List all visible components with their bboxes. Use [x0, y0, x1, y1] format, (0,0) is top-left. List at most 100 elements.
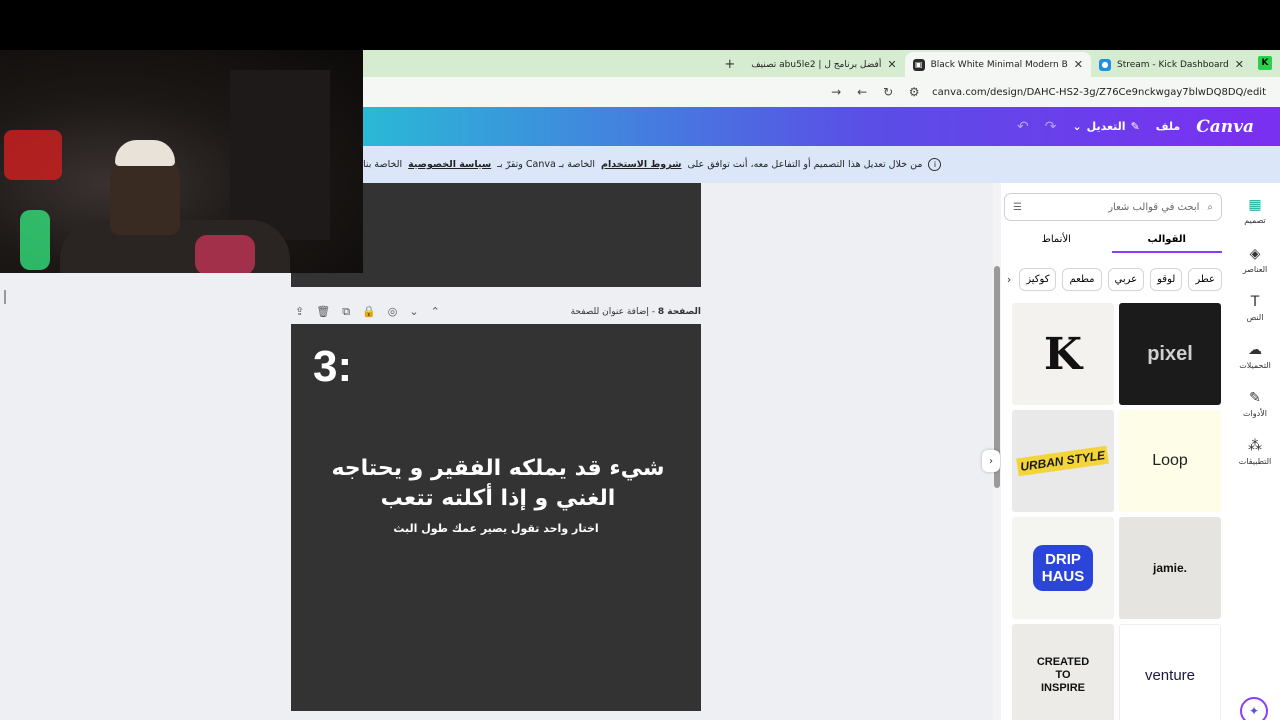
- apps-icon: ⁂: [1248, 438, 1262, 454]
- rail-design[interactable]: ▦ تصميم: [1230, 197, 1280, 225]
- rail-label: العناصر: [1242, 265, 1268, 274]
- rail-label: التحميلات: [1239, 361, 1271, 370]
- template-card[interactable]: pixel: [1119, 303, 1221, 405]
- template-card[interactable]: CREATED TO INSPIRE: [1012, 624, 1114, 720]
- template-card[interactable]: venture: [1119, 624, 1221, 720]
- info-icon: i: [928, 158, 942, 171]
- tab-templates[interactable]: القوالب: [1111, 231, 1222, 253]
- chip-restaurant[interactable]: مطعم: [1062, 267, 1102, 291]
- chevron-right-icon[interactable]: ›: [1007, 273, 1011, 286]
- webcam-lamp: [4, 130, 62, 180]
- terms-notice: i من خلال تعديل هذا التصميم أو التفاعل م…: [363, 146, 1280, 183]
- screen: K ✕ Stream - Kick Dashboard ● ✕ Black Wh…: [0, 0, 1280, 720]
- rail-apps[interactable]: ⁂ التطبيقات: [1230, 438, 1280, 466]
- share-page-icon[interactable]: ⇪: [295, 305, 304, 319]
- duplicate-page-icon[interactable]: ⧉: [342, 305, 350, 319]
- canva-logo[interactable]: Canva: [1196, 117, 1254, 137]
- filter-icon[interactable]: ☰: [1013, 202, 1022, 213]
- tools-icon: ✎: [1249, 390, 1261, 406]
- template-label: URBAN STYLE: [1016, 445, 1110, 477]
- webcam-light: [20, 210, 50, 270]
- design-icon: ▦: [1248, 197, 1262, 213]
- lock-page-icon[interactable]: 🔒: [362, 305, 376, 319]
- magic-assistant-button[interactable]: ✦: [1240, 697, 1268, 720]
- hide-page-icon[interactable]: ◎: [388, 305, 398, 319]
- terms-link[interactable]: شروط الاستخدام: [601, 159, 681, 170]
- collapse-panel-button[interactable]: ›: [982, 450, 1000, 472]
- kick-logo-icon: K: [1258, 56, 1272, 70]
- tab-kick-dashboard[interactable]: ✕ Stream - Kick Dashboard ●: [1091, 52, 1252, 77]
- template-label: DRIP HAUS: [1033, 545, 1093, 591]
- question-number[interactable]: 3:: [313, 342, 352, 392]
- template-grid: K pixel URBAN STYLE Loop DRIP HAUS jamie…: [1012, 303, 1222, 720]
- template-label: CREATED TO INSPIRE: [1036, 655, 1090, 694]
- template-card[interactable]: jamie.: [1119, 517, 1221, 619]
- close-tab-icon[interactable]: ✕: [887, 58, 896, 71]
- browser-tab-strip: K ✕ Stream - Kick Dashboard ● ✕ Black Wh…: [363, 50, 1280, 77]
- template-label: pixel: [1147, 342, 1193, 365]
- rail-label: تصميم: [1244, 216, 1266, 225]
- panel-tabs: القوالب الأنماط: [1001, 231, 1222, 253]
- chevron-down-icon: ⌄: [1072, 120, 1082, 133]
- template-card[interactable]: Loop: [1119, 410, 1221, 512]
- tab-title: Stream - Kick Dashboard: [1116, 59, 1229, 70]
- template-search[interactable]: ☰ ابحث في قوالب شعار ⌕: [1004, 193, 1222, 221]
- undo-icon[interactable]: ↶: [1017, 119, 1029, 135]
- kick-icon: ●: [1098, 58, 1111, 71]
- chip-arabic[interactable]: عربي: [1107, 267, 1145, 291]
- tab-canva-design[interactable]: ✕ Black White Minimal Modern B ▣: [904, 52, 1091, 77]
- templates-panel: ☰ ابحث في قوالب شعار ⌕ القوالب الأنماط ع…: [1001, 183, 1230, 720]
- side-rail: ▦ تصميم ◈ العناصر T النص ☁ التحميلات ✎ ا…: [1230, 183, 1280, 720]
- privacy-link[interactable]: سياسة الخصوصية: [408, 159, 491, 170]
- tab-abu5le2[interactable]: ✕ تصنيف abu5le2 | أفضل برنامج ل: [743, 52, 904, 77]
- rail-tools[interactable]: ✎ الأدوات: [1230, 390, 1280, 418]
- template-card[interactable]: K: [1012, 303, 1114, 405]
- template-label: Loop: [1152, 452, 1188, 469]
- notice-text: الخاصة بنا: [363, 159, 403, 170]
- canva-icon: ▣: [912, 58, 925, 71]
- search-input[interactable]: ابحث في قوالب شعار: [1022, 202, 1207, 213]
- reload-icon[interactable]: ↻: [880, 85, 896, 99]
- rail-uploads[interactable]: ☁ التحميلات: [1230, 342, 1280, 370]
- notice-text: الخاصة بـ Canva وتقرّ بـ: [497, 159, 596, 170]
- rail-elements[interactable]: ◈ العناصر: [1230, 246, 1280, 274]
- page-toolbar: ⇪ 🗑 ⧉ 🔒 ◎ ⌄ ⌃ الصفحة 8 - إضافة عنوان للص…: [291, 303, 701, 321]
- template-label: K: [1043, 328, 1083, 380]
- template-card[interactable]: URBAN STYLE: [1012, 410, 1114, 512]
- page-title-input[interactable]: - إضافة عنوان للصفحة: [571, 307, 655, 317]
- back-icon[interactable]: ←: [854, 85, 870, 99]
- new-tab-button[interactable]: +: [716, 52, 743, 77]
- chip-cookies[interactable]: كوكيز: [1019, 267, 1057, 291]
- category-chips: عطر لوقو عربي مطعم كوكيز ›: [1007, 266, 1222, 292]
- webcam-pillow: [195, 235, 255, 273]
- chip-perfume[interactable]: عطر: [1188, 267, 1222, 291]
- rail-text[interactable]: T النص: [1230, 294, 1280, 322]
- move-down-icon[interactable]: ⌄: [409, 305, 418, 319]
- move-up-icon[interactable]: ⌃: [431, 305, 440, 319]
- edit-label: التعديل: [1086, 120, 1126, 133]
- edit-menu-button[interactable]: ⌄ التعديل ✎: [1072, 120, 1139, 133]
- close-tab-icon[interactable]: ✕: [1235, 58, 1244, 71]
- tab-styles[interactable]: الأنماط: [1001, 231, 1112, 253]
- file-menu-button[interactable]: ملف: [1156, 120, 1180, 133]
- elements-icon: ◈: [1249, 246, 1261, 262]
- site-settings-icon[interactable]: ⚙: [906, 85, 922, 99]
- canva-header: ↶ ↷ ⌄ التعديل ✎ ملف Canva: [363, 107, 1280, 146]
- delete-page-icon[interactable]: 🗑: [316, 305, 330, 319]
- tab-title: تصنيف abu5le2 | أفضل برنامج ل: [751, 59, 882, 70]
- forward-icon[interactable]: →: [828, 85, 844, 99]
- question-text[interactable]: شيء قد يملكه الفقير و يحتاجه الغني و إذا…: [305, 454, 691, 514]
- search-icon[interactable]: ⌕: [1207, 202, 1213, 213]
- webcam-background: [230, 70, 330, 240]
- chip-logo[interactable]: لوقو: [1150, 267, 1183, 291]
- question-subtitle[interactable]: اختار واحد تقول يصير عمك طول البث: [291, 522, 701, 535]
- template-card[interactable]: DRIP HAUS: [1012, 517, 1114, 619]
- tab-title: Black White Minimal Modern B: [930, 59, 1068, 70]
- design-canvas[interactable]: 3: شيء قد يملكه الفقير و يحتاجه الغني و …: [291, 324, 701, 711]
- page-label: الصفحة 8 - إضافة عنوان للصفحة: [571, 307, 701, 317]
- workspace-handle[interactable]: [4, 290, 6, 304]
- url-field[interactable]: canva.com/design/DAHC-HS2-3g/Z76Ce9nckwg…: [932, 87, 1266, 98]
- template-label: venture: [1144, 666, 1196, 684]
- redo-icon[interactable]: ↷: [1045, 119, 1057, 135]
- close-tab-icon[interactable]: ✕: [1074, 58, 1083, 71]
